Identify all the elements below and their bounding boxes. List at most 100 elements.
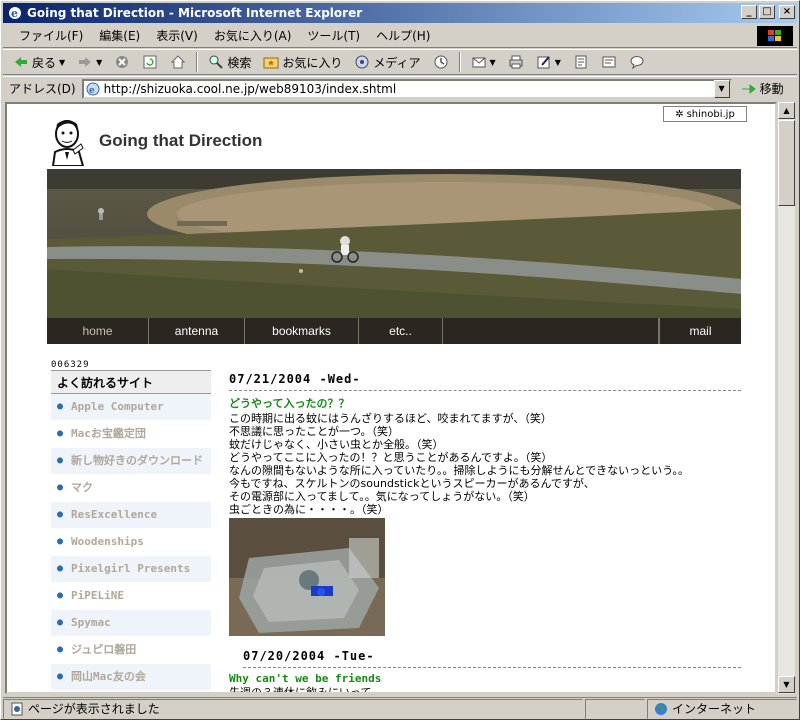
- sidebar-link[interactable]: ● 新し物好きのダウンロード: [51, 448, 211, 475]
- edit-button[interactable]: ▼: [532, 51, 565, 73]
- sidebar-link-label: Macお宝鑑定団: [71, 427, 146, 440]
- go-button[interactable]: 移動: [740, 80, 784, 97]
- menu-favorites[interactable]: お気に入り(A): [206, 27, 300, 44]
- toolbar-separator: [196, 52, 199, 72]
- history-button[interactable]: [429, 51, 453, 73]
- maximize-button[interactable]: □: [759, 5, 775, 19]
- shinobi-label: shinobi.jp: [686, 108, 735, 120]
- messenger-button[interactable]: [625, 51, 649, 73]
- mail-button[interactable]: ▼: [467, 51, 500, 73]
- nav-bookmarks[interactable]: bookmarks: [245, 318, 359, 344]
- menu-edit[interactable]: 編集(E): [91, 27, 148, 44]
- menu-tools[interactable]: ツール(T): [299, 27, 368, 44]
- entry-text-line: その電源部に入ってまして。。気になってしょうがない。（笑）: [229, 490, 535, 503]
- page-viewport: Going that Direction home antenna bookma…: [5, 102, 777, 694]
- menu-file[interactable]: ファイル(F): [11, 27, 91, 44]
- forward-button[interactable]: ▼: [73, 51, 106, 73]
- entry-title: どうやって入ったの？？: [229, 397, 350, 410]
- svg-text:e: e: [11, 7, 18, 20]
- bullet-icon: ●: [57, 482, 64, 493]
- bullet-icon: ●: [57, 428, 64, 439]
- svg-text:e: e: [89, 86, 95, 96]
- sidebar-link[interactable]: ●wyolica.net: [51, 691, 211, 692]
- bullet-icon: ●: [57, 644, 64, 655]
- zone-text: インターネット: [672, 702, 757, 716]
- media-label: メディア: [373, 55, 421, 70]
- entry-date: 07/21/2004 -Wed-: [229, 372, 741, 391]
- search-button[interactable]: 検索: [204, 51, 255, 73]
- nav-antenna[interactable]: antenna: [149, 318, 245, 344]
- refresh-button[interactable]: [138, 51, 162, 73]
- discuss-button[interactable]: [569, 51, 593, 73]
- bullet-icon: ●: [57, 590, 64, 601]
- address-bar: アドレス(D) e http://shizuoka.cool.ne.jp/web…: [3, 76, 797, 100]
- entry-text-line: 今もですね、スケルトンのsoundstickというスピーカーがあるんですが、: [229, 477, 595, 490]
- sidebar-link-label: Apple Computer: [71, 400, 164, 413]
- scroll-thumb[interactable]: [778, 120, 795, 206]
- ie-logo-icon: e: [9, 7, 21, 20]
- vertical-scrollbar[interactable]: ▲ ▼: [777, 102, 795, 694]
- minimize-button[interactable]: _: [741, 5, 757, 19]
- entry-text-line: 蚊だけじゃなく、小さい虫とか全般。（笑）: [229, 438, 444, 451]
- entry-text-line: この時期に出る蚊にはうんざりするほど、咬まれてますが、（笑）: [229, 412, 552, 425]
- sidebar-link[interactable]: ● PiPELiNE: [51, 583, 211, 610]
- status-bar: ページが表示されました インターネット: [3, 697, 797, 719]
- site-title: Going that Direction: [99, 131, 263, 150]
- sidebar-link[interactable]: ● ResExcellence: [51, 502, 211, 529]
- forward-arrow-icon: [79, 57, 92, 67]
- address-label: アドレス(D): [9, 82, 76, 96]
- favorites-button[interactable]: お気に入り: [259, 51, 346, 73]
- nav-home[interactable]: home: [47, 318, 149, 344]
- sidebar-link-label: ジュピロ磐田: [71, 643, 137, 656]
- bullet-icon: ●: [57, 401, 64, 412]
- print-button[interactable]: [504, 51, 528, 73]
- back-arrow-icon: [15, 57, 27, 67]
- bullet-icon: ●: [57, 671, 64, 682]
- sidebar-link[interactable]: ● Macお宝鑑定団: [51, 421, 211, 448]
- title-bar: e Going that Direction - Microsoft Inter…: [3, 3, 797, 23]
- sidebar-link[interactable]: ● Spymac: [51, 610, 211, 637]
- sidebar-link-label: Spymac: [71, 616, 111, 629]
- scroll-down-button[interactable]: ▼: [778, 676, 795, 693]
- back-button[interactable]: 戻る ▼: [9, 51, 69, 73]
- retro-man-logo-icon: [51, 120, 85, 166]
- blog-content: 07/21/2004 -Wed- どうやって入ったの？？ この時期に出る蚊にはう…: [229, 372, 741, 692]
- sidebar-link[interactable]: ● Woodenships: [51, 529, 211, 556]
- nav-etc[interactable]: etc..: [359, 318, 443, 344]
- bullet-icon: ●: [57, 617, 64, 628]
- scroll-up-button[interactable]: ▲: [778, 102, 795, 119]
- globe-icon: [655, 702, 667, 715]
- sidebar-link[interactable]: ● 岡山Mac友の会: [51, 664, 211, 691]
- nav-bar: home antenna bookmarks etc.. mail: [47, 318, 741, 344]
- sidebar: よく訪れるサイト ● Apple Computer ● Macお宝鑑定団 ● 新し物好きの…: [51, 370, 211, 692]
- media-icon: [355, 55, 369, 69]
- bullet-icon: ●: [57, 509, 64, 520]
- close-button[interactable]: ×: [779, 5, 795, 19]
- sidebar-link[interactable]: ● Apple Computer: [51, 394, 211, 421]
- entry-photo: [229, 518, 385, 636]
- standard-toolbar: 戻る ▼ ▼ 検索 お気に入り メディア ▼ ▼: [3, 49, 797, 75]
- menu-bar: ファイル(F) 編集(E) 表示(V) お気に入り(A) ツール(T) ヘルプ(…: [3, 24, 797, 48]
- nav-mail[interactable]: mail: [659, 318, 741, 344]
- media-button[interactable]: メディア: [350, 51, 424, 73]
- sidebar-heading: よく訪れるサイト: [51, 370, 211, 394]
- sidebar-link[interactable]: ● ジュピロ磐田: [51, 637, 211, 664]
- entry-text-line: どうやってここに入ったの！？と思うことがあるんですよ。（笑）: [229, 451, 553, 464]
- research-button[interactable]: [597, 51, 621, 73]
- shinobi-badge[interactable]: ✲ shinobi.jp: [663, 106, 747, 122]
- stop-button[interactable]: [110, 51, 134, 73]
- refresh-icon: [143, 55, 157, 69]
- menu-view[interactable]: 表示(V): [148, 27, 206, 44]
- sidebar-link[interactable]: ● Pixelgirl Presents: [51, 556, 211, 583]
- web-page: Going that Direction home antenna bookma…: [37, 106, 747, 692]
- sidebar-list: ● Apple Computer ● Macお宝鑑定団 ● 新し物好きのダウンロード ● マク…: [51, 394, 211, 692]
- home-button[interactable]: [166, 51, 190, 73]
- nav-spacer: [443, 318, 659, 344]
- menu-help[interactable]: ヘルプ(H): [368, 27, 438, 44]
- access-counter: 006329: [51, 360, 90, 370]
- sidebar-link-label: マク: [71, 481, 93, 494]
- sidebar-link[interactable]: ● マク: [51, 475, 211, 502]
- address-input[interactable]: e http://shizuoka.cool.ne.jp/web89103/in…: [81, 78, 732, 99]
- document-icon: [575, 55, 587, 69]
- address-dropdown-button[interactable]: ▼: [713, 79, 730, 98]
